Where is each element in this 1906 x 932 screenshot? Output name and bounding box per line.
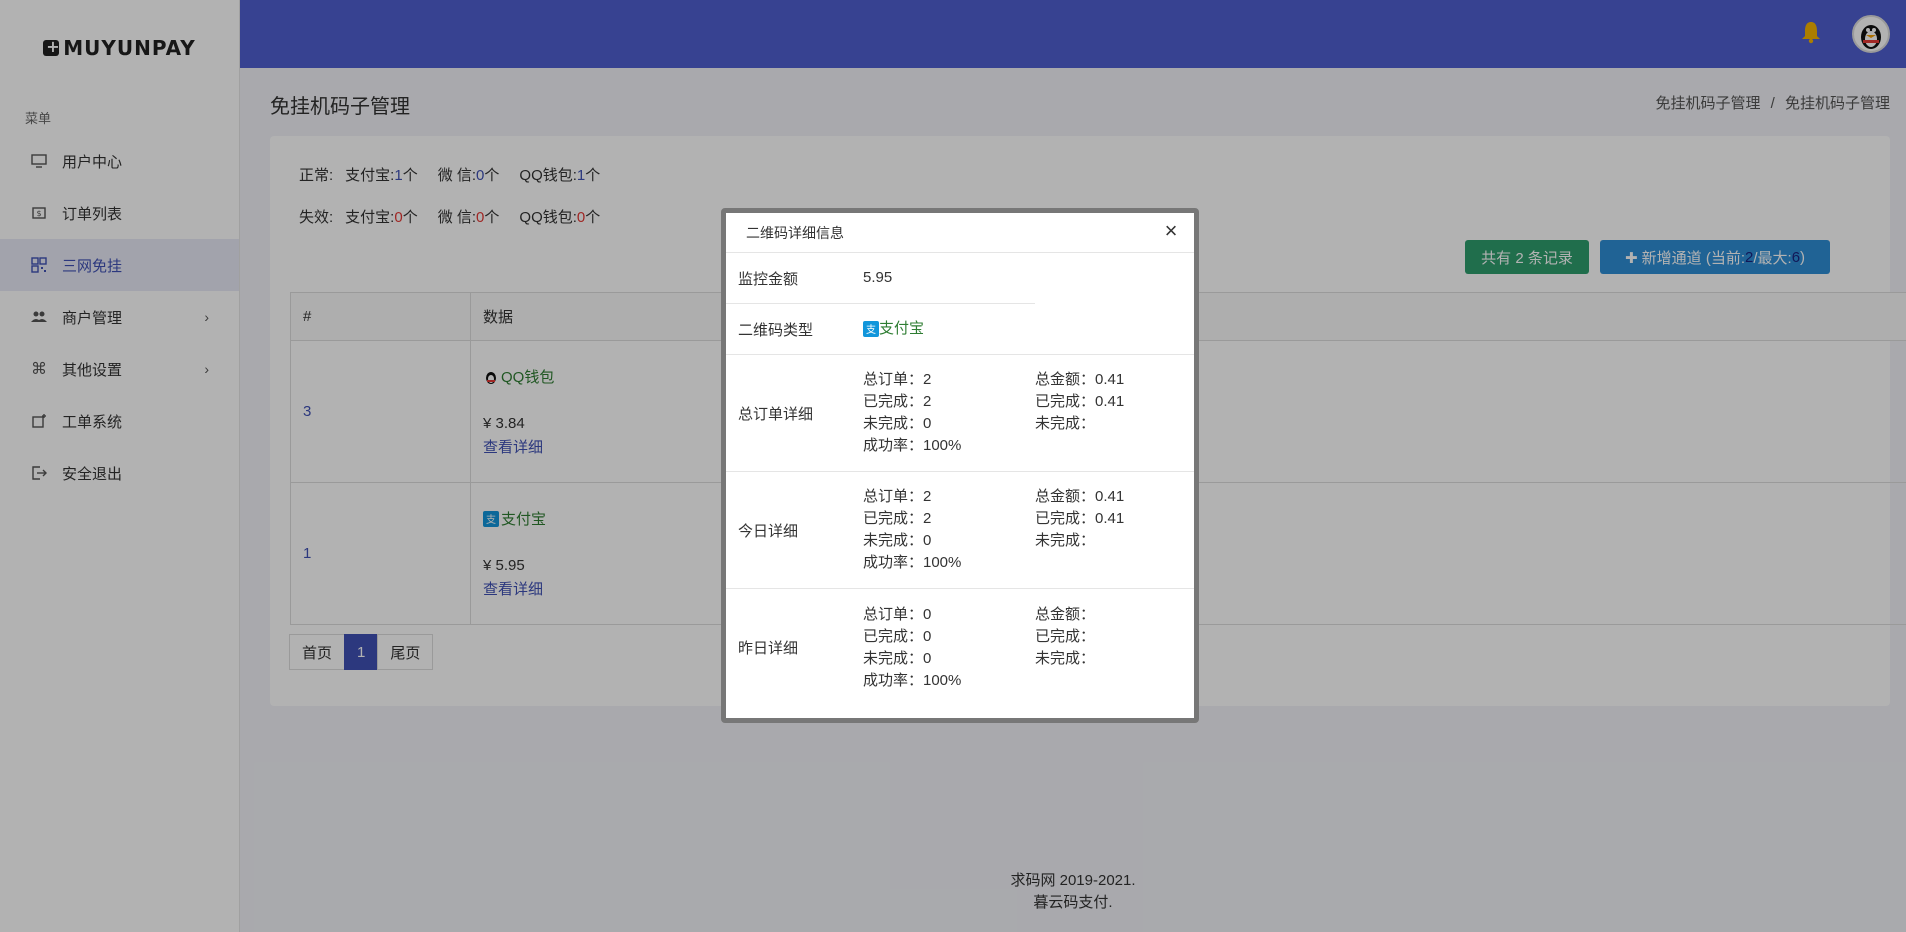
stat-line: 已完成：: [1035, 627, 1096, 645]
stat-line: 总金额：0.41: [1035, 488, 1125, 505]
stat-line: 未完成：: [1035, 415, 1096, 432]
stat-line: 总金额：0.41: [1035, 371, 1125, 388]
section-left: 总订单：2 已完成：2 未完成：0 成功率：100%: [863, 355, 1035, 471]
alipay-icon: 支: [863, 321, 879, 337]
stat-line: 未完成：: [1035, 649, 1096, 667]
section-label: 今日详细: [738, 522, 799, 540]
section-left: 总订单：2 已完成：2 未完成：0 成功率：100%: [863, 472, 1035, 588]
section-left: 总订单：0 已完成：0 未完成：0 成功率：100%: [863, 589, 1035, 706]
stat-line: 已完成：0.41: [1035, 510, 1125, 527]
stat-line: 成功率：100%: [863, 671, 962, 689]
close-icon[interactable]: ×: [1160, 220, 1182, 243]
stat-line: 总订单：0: [863, 605, 932, 623]
monitor-amount-label: 监控金额: [738, 270, 799, 288]
qrcode-type-label: 二维码类型: [738, 321, 814, 339]
stat-line: 未完成：0: [863, 649, 932, 667]
stat-line: 未完成：: [1035, 532, 1096, 549]
stat-line: 已完成：0: [863, 627, 932, 645]
section-label: 昨日详细: [738, 640, 799, 657]
stat-line: 成功率：100%: [863, 437, 962, 454]
qrcode-type-tag: 支 支付宝: [863, 318, 1035, 340]
stat-line: 已完成：2: [863, 393, 932, 410]
section-right: 总金额： 已完成： 未完成：: [1035, 567, 1095, 706]
qrcode-type-text: 支付宝: [879, 320, 925, 337]
svg-text:支: 支: [866, 324, 876, 336]
qrcode-type-value: 支 支付宝: [863, 304, 1035, 354]
stat-line: 总订单：2: [863, 488, 932, 505]
monitor-amount-value: 5.95: [863, 269, 893, 286]
stat-line: 已完成：0.41: [1035, 393, 1125, 410]
stat-line: 未完成：0: [863, 532, 932, 549]
stat-line: 未完成：0: [863, 415, 932, 432]
stat-line: 已完成：2: [863, 510, 932, 527]
stat-line: 总金额：: [1035, 605, 1096, 623]
stat-line: 总订单：2: [863, 371, 932, 388]
monitor-amount-row: 监控金额 5.95: [726, 253, 1035, 304]
yesterday-detail-row: 昨日详细 总订单：0 已完成：0 未完成：0 成功率：100% 总金额： 已完成…: [726, 589, 1194, 706]
stat-line: 成功率：100%: [863, 554, 962, 571]
section-label: 总订单详细: [738, 405, 814, 423]
qrcode-detail-modal: 二维码详细信息 × 监控金额 5.95 二维码类型 支 支付宝 总订单详细 总订…: [721, 208, 1199, 723]
modal-header: 二维码详细信息 ×: [726, 213, 1194, 253]
today-detail-row: 今日详细 总订单：2 已完成：2 未完成：0 成功率：100% 总金额：0.41…: [726, 472, 1194, 589]
modal-title: 二维码详细信息: [746, 224, 844, 241]
